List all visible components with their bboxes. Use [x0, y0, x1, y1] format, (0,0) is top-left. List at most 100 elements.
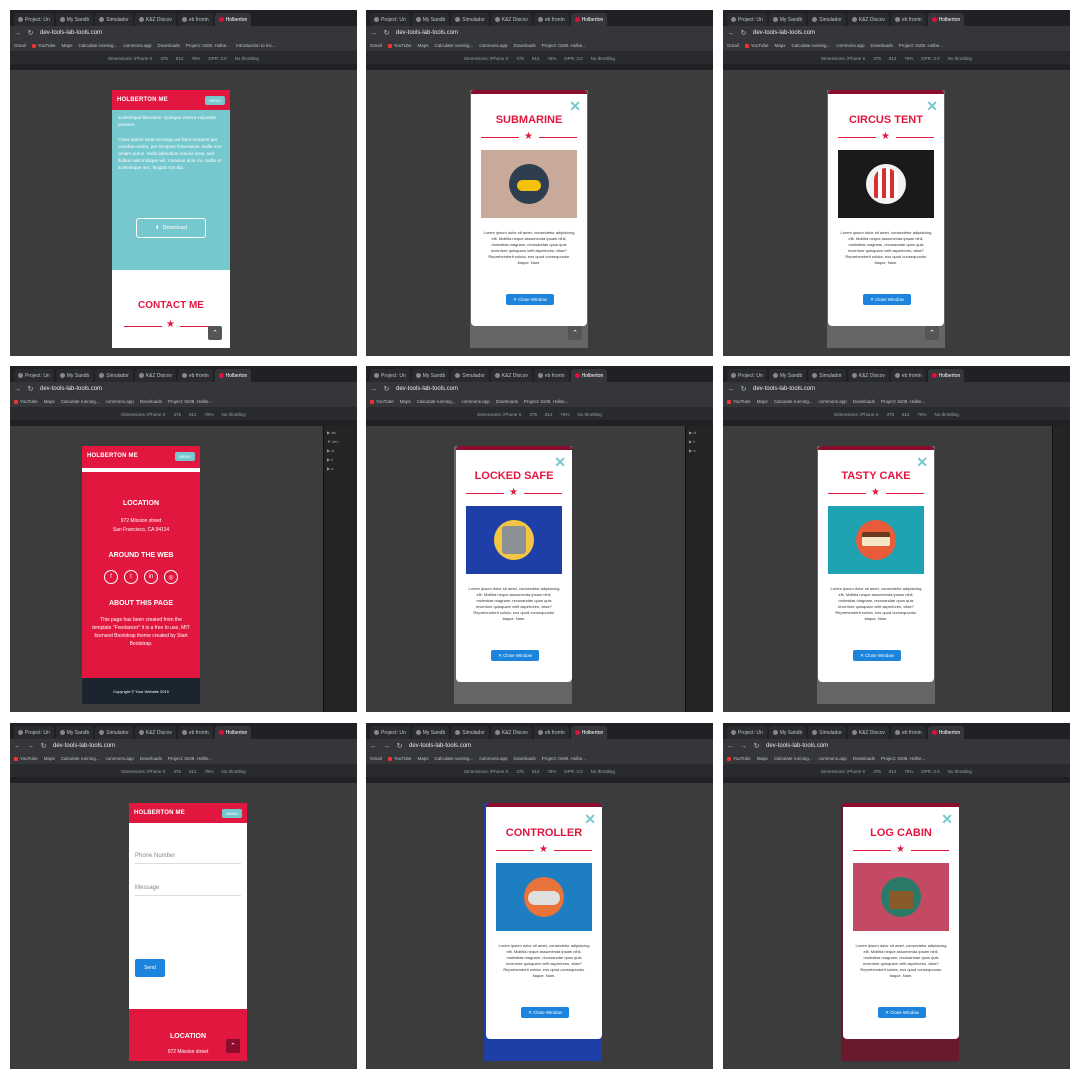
- tab[interactable]: K&Z Discov: [134, 13, 176, 26]
- forward-icon[interactable]: →: [727, 386, 734, 393]
- tab[interactable]: Project: Un: [727, 13, 767, 26]
- tab[interactable]: K&Z Discov: [134, 369, 176, 382]
- bookmark[interactable]: Project: 0x08. Holbe...: [899, 43, 943, 48]
- tab-active[interactable]: Holberton: [214, 13, 252, 26]
- tab[interactable]: eb frontn: [890, 369, 926, 382]
- close-window-button[interactable]: ✕ Close Window: [506, 294, 554, 305]
- scroll-top-button[interactable]: ⌃: [226, 1039, 240, 1053]
- device-select[interactable]: Dimensions: iPhone X: [464, 769, 508, 774]
- tab-active[interactable]: Holberton: [214, 726, 252, 739]
- bookmark[interactable]: Project: 0x08. Holbe...: [186, 43, 230, 48]
- url-text[interactable]: dev-tools-lab-tools.com: [753, 386, 815, 392]
- tab[interactable]: Project: Un: [14, 726, 54, 739]
- bookmark[interactable]: Maps: [757, 399, 768, 404]
- tab[interactable]: My Sandb: [55, 369, 94, 382]
- zoom-select[interactable]: 75%: [561, 412, 570, 417]
- forward-icon[interactable]: →: [27, 743, 34, 750]
- tab[interactable]: Simulador: [451, 369, 489, 382]
- device-height[interactable]: 812: [889, 56, 897, 61]
- device-height[interactable]: 812: [189, 769, 197, 774]
- zoom-select[interactable]: 75%: [547, 56, 556, 61]
- bookmark[interactable]: Downloads: [514, 756, 536, 761]
- tab[interactable]: Project: Un: [14, 13, 54, 26]
- bookmark[interactable]: YouTube: [387, 43, 411, 48]
- bookmark[interactable]: Maps: [774, 43, 785, 48]
- close-icon[interactable]: ✕: [926, 98, 938, 115]
- throttle-select[interactable]: No throttling: [222, 412, 246, 417]
- bookmark[interactable]: Calculate running...: [434, 43, 473, 48]
- bookmark[interactable]: Project: 0x08. Holbe...: [524, 399, 568, 404]
- throttle-select[interactable]: No throttling: [948, 769, 972, 774]
- device-width[interactable]: 375: [886, 412, 894, 417]
- bookmark[interactable]: YouTube: [14, 399, 38, 404]
- reload-icon[interactable]: ↻: [396, 742, 403, 750]
- address-bar[interactable]: → ↻ dev-tools-lab-tools.com: [366, 26, 713, 40]
- dpr-select[interactable]: DPR: 3.0: [564, 769, 582, 774]
- bookmark[interactable]: Downloads: [140, 399, 162, 404]
- tab[interactable]: My Sandb: [411, 369, 450, 382]
- forward-icon[interactable]: →: [370, 30, 377, 37]
- reload-icon[interactable]: ↻: [383, 385, 390, 393]
- address-bar[interactable]: ← → ↻ dev-tools-lab-tools.com: [366, 739, 713, 753]
- message-input[interactable]: Message: [135, 885, 241, 896]
- dom-node[interactable]: ▼ dev: [327, 439, 357, 444]
- menu-button[interactable]: MENU: [222, 808, 242, 818]
- bookmark[interactable]: YouTube: [14, 756, 38, 761]
- bookmark[interactable]: Calculate running...: [61, 756, 100, 761]
- close-icon[interactable]: ✕: [569, 98, 581, 115]
- tab[interactable]: eb frontn: [533, 13, 569, 26]
- dpr-select[interactable]: DPR: 3.0: [921, 56, 939, 61]
- tab[interactable]: Project: Un: [727, 369, 767, 382]
- site-brand[interactable]: HOLBERTON ME: [117, 97, 168, 103]
- send-button[interactable]: Send: [135, 959, 165, 977]
- tab[interactable]: K&Z Discov: [490, 369, 532, 382]
- throttle-select[interactable]: No throttling: [578, 412, 602, 417]
- tab[interactable]: K&Z Discov: [134, 726, 176, 739]
- device-select[interactable]: Dimensions: iPhone X: [477, 412, 521, 417]
- address-bar[interactable]: ← → ↻ dev-tools-lab-tools.com: [10, 739, 357, 753]
- tab[interactable]: Project: Un: [370, 369, 410, 382]
- address-bar[interactable]: → ↻ dev-tools-lab-tools.com: [366, 382, 713, 396]
- bookmark[interactable]: Gmail: [14, 43, 26, 48]
- dom-node[interactable]: ▶ a: [689, 448, 713, 453]
- device-width[interactable]: 375: [173, 412, 181, 417]
- dom-node[interactable]: ▶ a: [327, 466, 357, 471]
- device-select[interactable]: Dimensions: iPhone X: [108, 56, 152, 61]
- throttle-select[interactable]: No throttling: [935, 412, 959, 417]
- forward-icon[interactable]: →: [14, 30, 21, 37]
- tab[interactable]: My Sandb: [411, 13, 450, 26]
- back-icon[interactable]: ←: [727, 743, 734, 750]
- tab[interactable]: My Sandb: [768, 726, 807, 739]
- bookmark[interactable]: commons.app: [479, 43, 507, 48]
- dribbble-icon[interactable]: ◎: [164, 570, 178, 584]
- url-text[interactable]: dev-tools-lab-tools.com: [396, 30, 458, 36]
- url-text[interactable]: dev-tools-lab-tools.com: [753, 30, 815, 36]
- throttle-select[interactable]: No throttling: [235, 56, 259, 61]
- bookmark[interactable]: YouTube: [370, 399, 394, 404]
- reload-icon[interactable]: ↻: [753, 742, 760, 750]
- site-brand[interactable]: HOLBERTON ME: [87, 453, 138, 459]
- device-select[interactable]: Dimensions: iPhone X: [121, 412, 165, 417]
- device-width[interactable]: 375: [173, 769, 181, 774]
- forward-icon[interactable]: →: [14, 386, 21, 393]
- twitter-icon[interactable]: t: [124, 570, 138, 584]
- device-height[interactable]: 812: [189, 412, 197, 417]
- zoom-select[interactable]: 75%: [904, 56, 913, 61]
- zoom-select[interactable]: 75%: [918, 412, 927, 417]
- tab[interactable]: eb frontn: [533, 369, 569, 382]
- bookmark[interactable]: Calculate running...: [417, 399, 456, 404]
- bookmark[interactable]: Maps: [400, 399, 411, 404]
- url-text[interactable]: dev-tools-lab-tools.com: [396, 386, 458, 392]
- reload-icon[interactable]: ↻: [740, 385, 747, 393]
- back-icon[interactable]: ←: [14, 743, 21, 750]
- bookmark[interactable]: commons.app: [818, 399, 846, 404]
- menu-button[interactable]: MENU: [175, 451, 195, 461]
- zoom-select[interactable]: 75%: [904, 769, 913, 774]
- device-select[interactable]: Dimensions: iPhone X: [121, 769, 165, 774]
- url-text[interactable]: dev-tools-lab-tools.com: [40, 30, 102, 36]
- zoom-select[interactable]: 75%: [205, 412, 214, 417]
- device-select[interactable]: Dimensions: iPhone X: [821, 56, 865, 61]
- tab-active[interactable]: Holberton: [570, 726, 608, 739]
- linkedin-icon[interactable]: in: [144, 570, 158, 584]
- close-icon[interactable]: ✕: [584, 811, 596, 828]
